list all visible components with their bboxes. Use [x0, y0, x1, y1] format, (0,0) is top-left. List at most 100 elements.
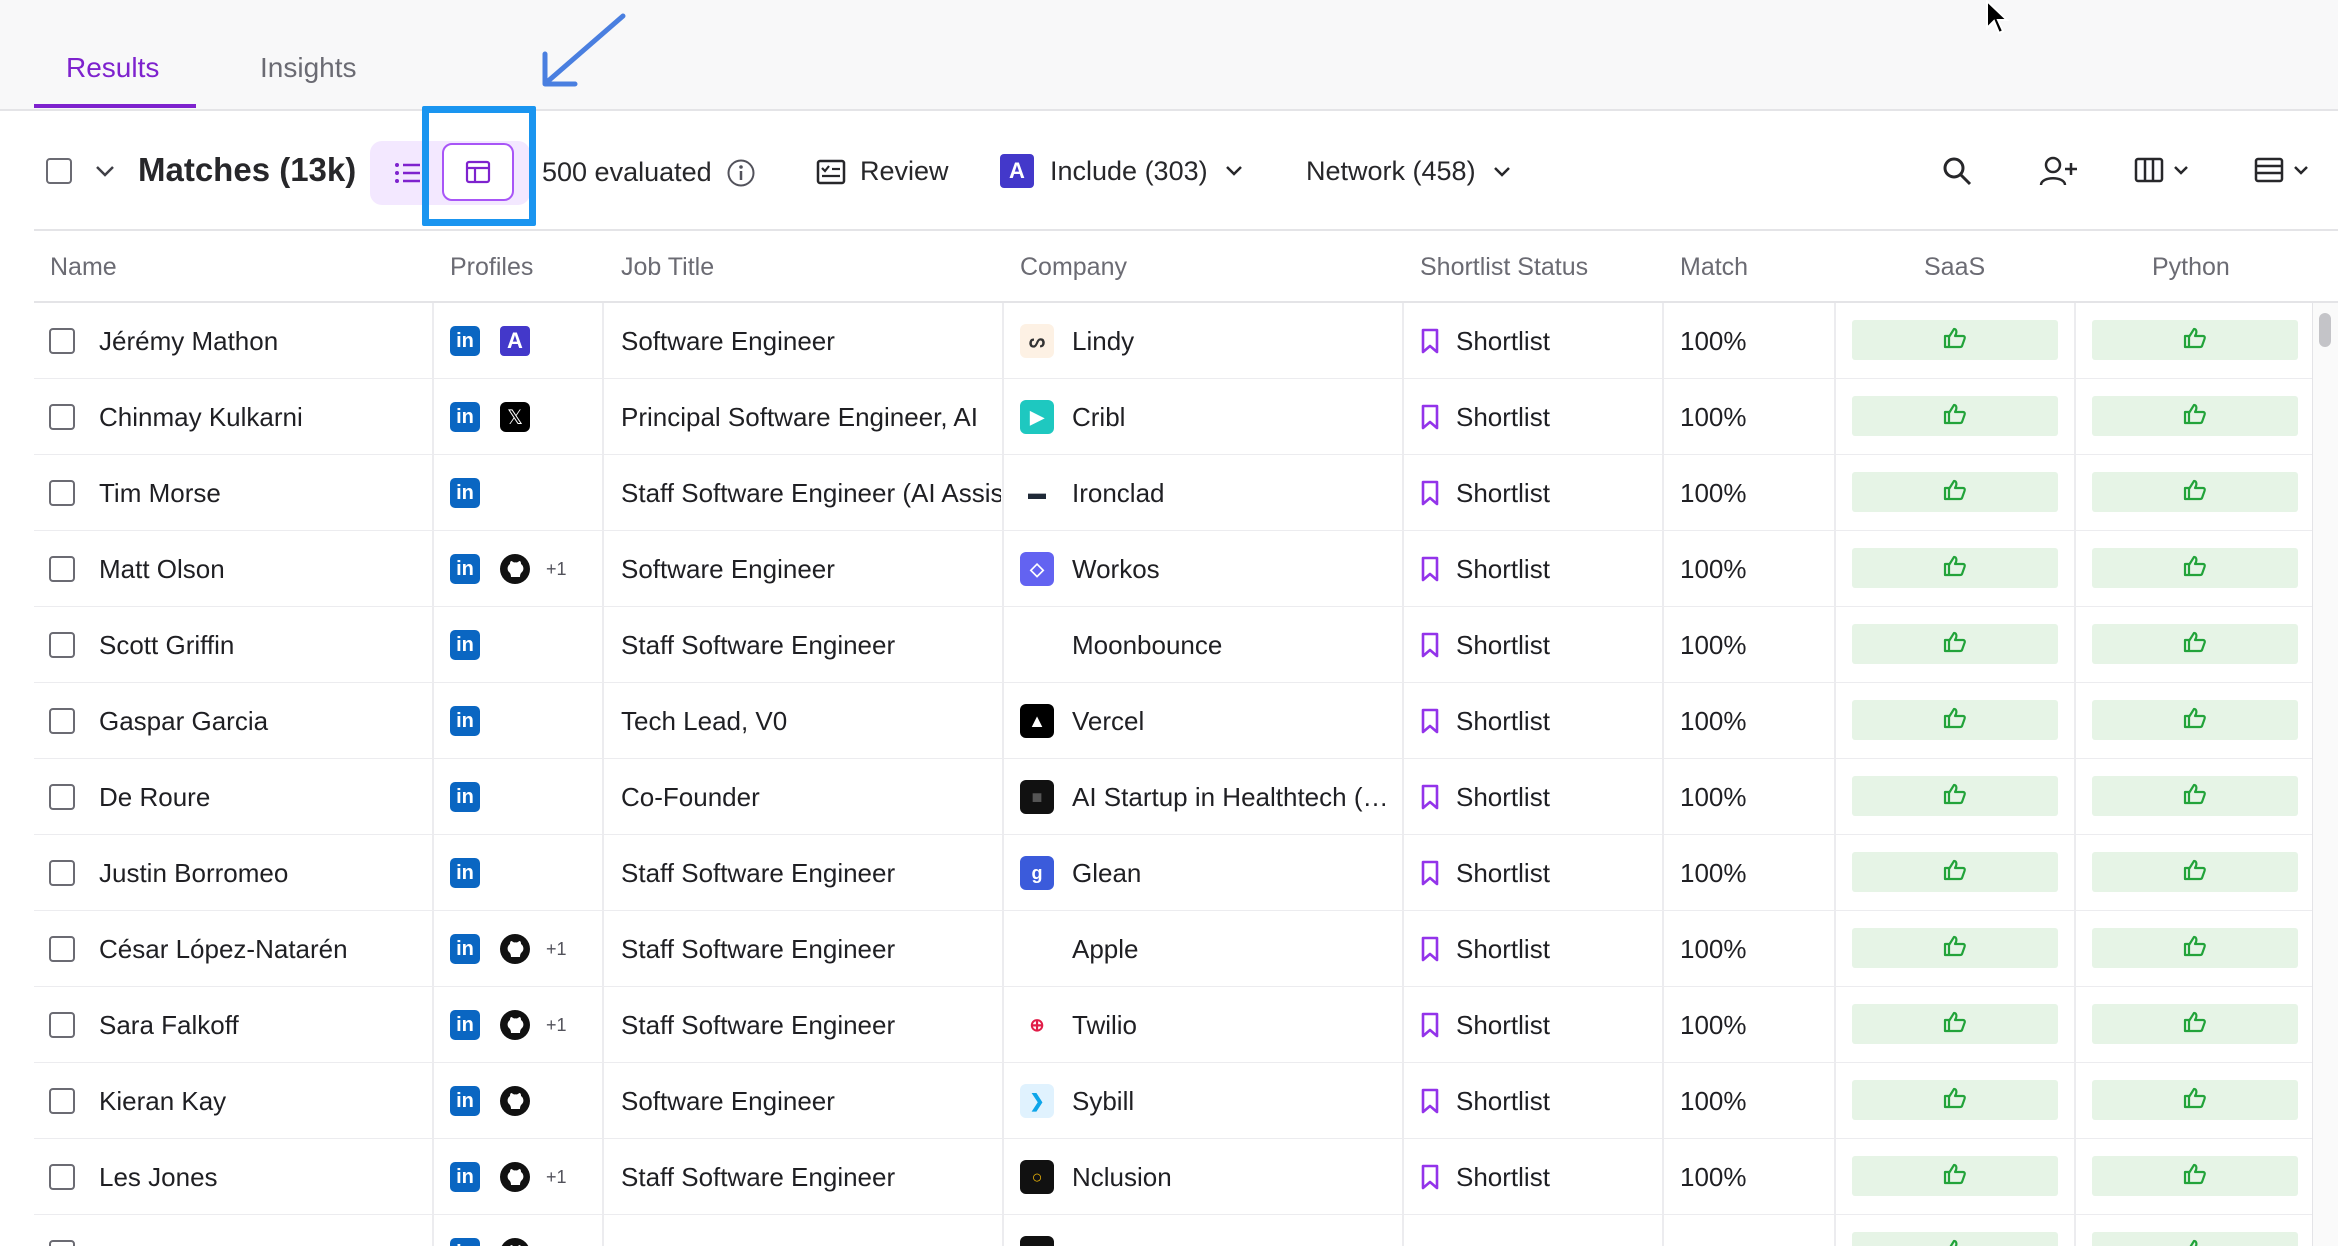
github-icon[interactable] — [500, 1238, 530, 1246]
row-checkbox[interactable] — [49, 1240, 75, 1246]
python-criteria-badge[interactable] — [2092, 928, 2298, 968]
shortlist-status-button[interactable]: Shortlist — [1420, 987, 1660, 1063]
python-criteria-badge[interactable] — [2092, 624, 2298, 664]
shortlist-status-button[interactable]: Shortlist — [1420, 1139, 1660, 1215]
table-row[interactable]: Chinmay Kulkarni in 𝕏 Principal Software En… — [34, 379, 2338, 455]
saas-criteria-badge[interactable] — [1852, 472, 2058, 512]
saas-criteria-badge[interactable] — [1852, 1232, 2058, 1246]
python-criteria-badge[interactable] — [2092, 1156, 2298, 1196]
list-view-icon[interactable] — [394, 161, 422, 185]
candidate-name[interactable]: De Roure — [99, 782, 210, 813]
python-criteria-badge[interactable] — [2092, 472, 2298, 512]
python-criteria-badge[interactable] — [2092, 700, 2298, 740]
shortlist-status-button[interactable]: Shortlist — [1420, 607, 1660, 683]
row-checkbox[interactable] — [49, 480, 75, 506]
saas-criteria-badge[interactable] — [1852, 548, 2058, 588]
more-profiles-badge[interactable]: +1 — [546, 1015, 567, 1036]
company-name[interactable]: Vercel — [1072, 706, 1144, 737]
row-checkbox[interactable] — [49, 1012, 75, 1038]
column-header-profiles[interactable]: Profiles — [450, 253, 533, 282]
include-source-icon[interactable]: A — [500, 326, 530, 356]
python-criteria-badge[interactable] — [2092, 852, 2298, 892]
linkedin-icon[interactable]: in — [450, 402, 480, 432]
table-row[interactable]: in — [34, 1215, 2338, 1246]
shortlist-status-button[interactable]: Shortlist — [1420, 683, 1660, 759]
linkedin-icon[interactable]: in — [450, 1162, 480, 1192]
linkedin-icon[interactable]: in — [450, 554, 480, 584]
table-row[interactable]: Gaspar Garcia in Tech Lead, V0 ▲ Vercel Short… — [34, 683, 2338, 759]
candidate-name[interactable]: Les Jones — [99, 1162, 218, 1193]
python-criteria-badge[interactable] — [2092, 776, 2298, 816]
table-row[interactable]: César López-Natarén in +1 Staff Software En… — [34, 911, 2338, 987]
candidate-name[interactable]: Tim Morse — [99, 478, 221, 509]
review-button[interactable]: Review — [816, 156, 949, 187]
shortlist-status-button[interactable]: Shortlist — [1420, 531, 1660, 607]
linkedin-icon[interactable]: in — [450, 326, 480, 356]
github-icon[interactable] — [500, 554, 530, 584]
company-name[interactable]: Glean — [1072, 858, 1141, 889]
table-row[interactable]: Matt Olson in +1 Software Engineer ◇ Workos Sh… — [34, 531, 2338, 607]
saas-criteria-badge[interactable] — [1852, 1156, 2058, 1196]
company-name[interactable]: Lindy — [1072, 326, 1134, 357]
candidate-name[interactable]: Matt Olson — [99, 554, 225, 585]
company-name[interactable]: Twilio — [1072, 1010, 1137, 1041]
linkedin-icon[interactable]: in — [450, 706, 480, 736]
saas-criteria-badge[interactable] — [1852, 852, 2058, 892]
company-name[interactable]: Cribl — [1072, 402, 1125, 433]
shortlist-status-button[interactable]: Shortlist — [1420, 303, 1660, 379]
row-checkbox[interactable] — [49, 1164, 75, 1190]
candidate-name[interactable]: Gaspar Garcia — [99, 706, 268, 737]
github-icon[interactable] — [500, 1086, 530, 1116]
linkedin-icon[interactable]: in — [450, 934, 480, 964]
github-icon[interactable] — [500, 1162, 530, 1192]
candidate-name[interactable]: Scott Griffin — [99, 630, 234, 661]
candidate-name[interactable]: Chinmay Kulkarni — [99, 402, 303, 433]
table-row[interactable]: Les Jones in +1 Staff Software Engineer ○ Ncl… — [34, 1139, 2338, 1215]
vertical-scrollbar[interactable] — [2312, 303, 2338, 1246]
python-criteria-badge[interactable] — [2092, 396, 2298, 436]
python-criteria-badge[interactable] — [2092, 1080, 2298, 1120]
linkedin-icon[interactable]: in — [450, 1238, 480, 1246]
table-row[interactable]: Kieran Kay in Software Engineer ❯ Sybill Shor… — [34, 1063, 2338, 1139]
saas-criteria-badge[interactable] — [1852, 776, 2058, 816]
shortlist-status-button[interactable]: Shortlist — [1420, 379, 1660, 455]
python-criteria-badge[interactable] — [2092, 1004, 2298, 1044]
python-criteria-badge[interactable] — [2092, 1232, 2298, 1246]
column-header-company[interactable]: Company — [1020, 253, 1127, 282]
select-all-group[interactable] — [46, 158, 116, 184]
saas-criteria-badge[interactable] — [1852, 928, 2058, 968]
table-row[interactable]: Sara Falkoff in +1 Staff Software Engineer ⊕… — [34, 987, 2338, 1063]
saas-criteria-badge[interactable] — [1852, 320, 2058, 360]
saas-criteria-badge[interactable] — [1852, 1004, 2058, 1044]
saas-criteria-badge[interactable] — [1852, 396, 2058, 436]
linkedin-icon[interactable]: in — [450, 1086, 480, 1116]
row-checkbox[interactable] — [49, 936, 75, 962]
include-dropdown[interactable]: A Include (303) — [1000, 154, 1244, 188]
candidate-name[interactable]: Sara Falkoff — [99, 1010, 239, 1041]
python-criteria-badge[interactable] — [2092, 548, 2298, 588]
shortlist-status-button[interactable]: Shortlist — [1420, 1063, 1660, 1139]
table-row[interactable]: Justin Borromeo in Staff Software Engineer… — [34, 835, 2338, 911]
x-twitter-icon[interactable]: 𝕏 — [500, 402, 530, 432]
github-icon[interactable] — [500, 934, 530, 964]
linkedin-icon[interactable]: in — [450, 782, 480, 812]
row-checkbox[interactable] — [49, 1088, 75, 1114]
linkedin-icon[interactable]: in — [450, 478, 480, 508]
column-header-match[interactable]: Match — [1680, 253, 1748, 282]
shortlist-status-button[interactable]: Shortlist — [1420, 759, 1660, 835]
linkedin-icon[interactable]: in — [450, 1010, 480, 1040]
table-layout-menu[interactable] — [2254, 157, 2310, 183]
company-name[interactable]: AI Startup in Healthtech (… — [1072, 782, 1388, 813]
row-checkbox[interactable] — [49, 784, 75, 810]
company-name[interactable]: Nclusion — [1072, 1162, 1172, 1193]
candidate-name[interactable]: Kieran Kay — [99, 1086, 226, 1117]
row-checkbox[interactable] — [49, 632, 75, 658]
table-row[interactable]: De Roure in Co-Founder ■ AI Startup in Healt… — [34, 759, 2338, 835]
linkedin-icon[interactable]: in — [450, 858, 480, 888]
network-dropdown[interactable]: Network (458) — [1306, 156, 1512, 187]
column-header-name[interactable]: Name — [50, 253, 117, 282]
linkedin-icon[interactable]: in — [450, 630, 480, 660]
tab-insights[interactable]: Insights — [260, 52, 357, 84]
company-name[interactable]: Sybill — [1072, 1086, 1134, 1117]
info-icon[interactable] — [726, 158, 756, 188]
